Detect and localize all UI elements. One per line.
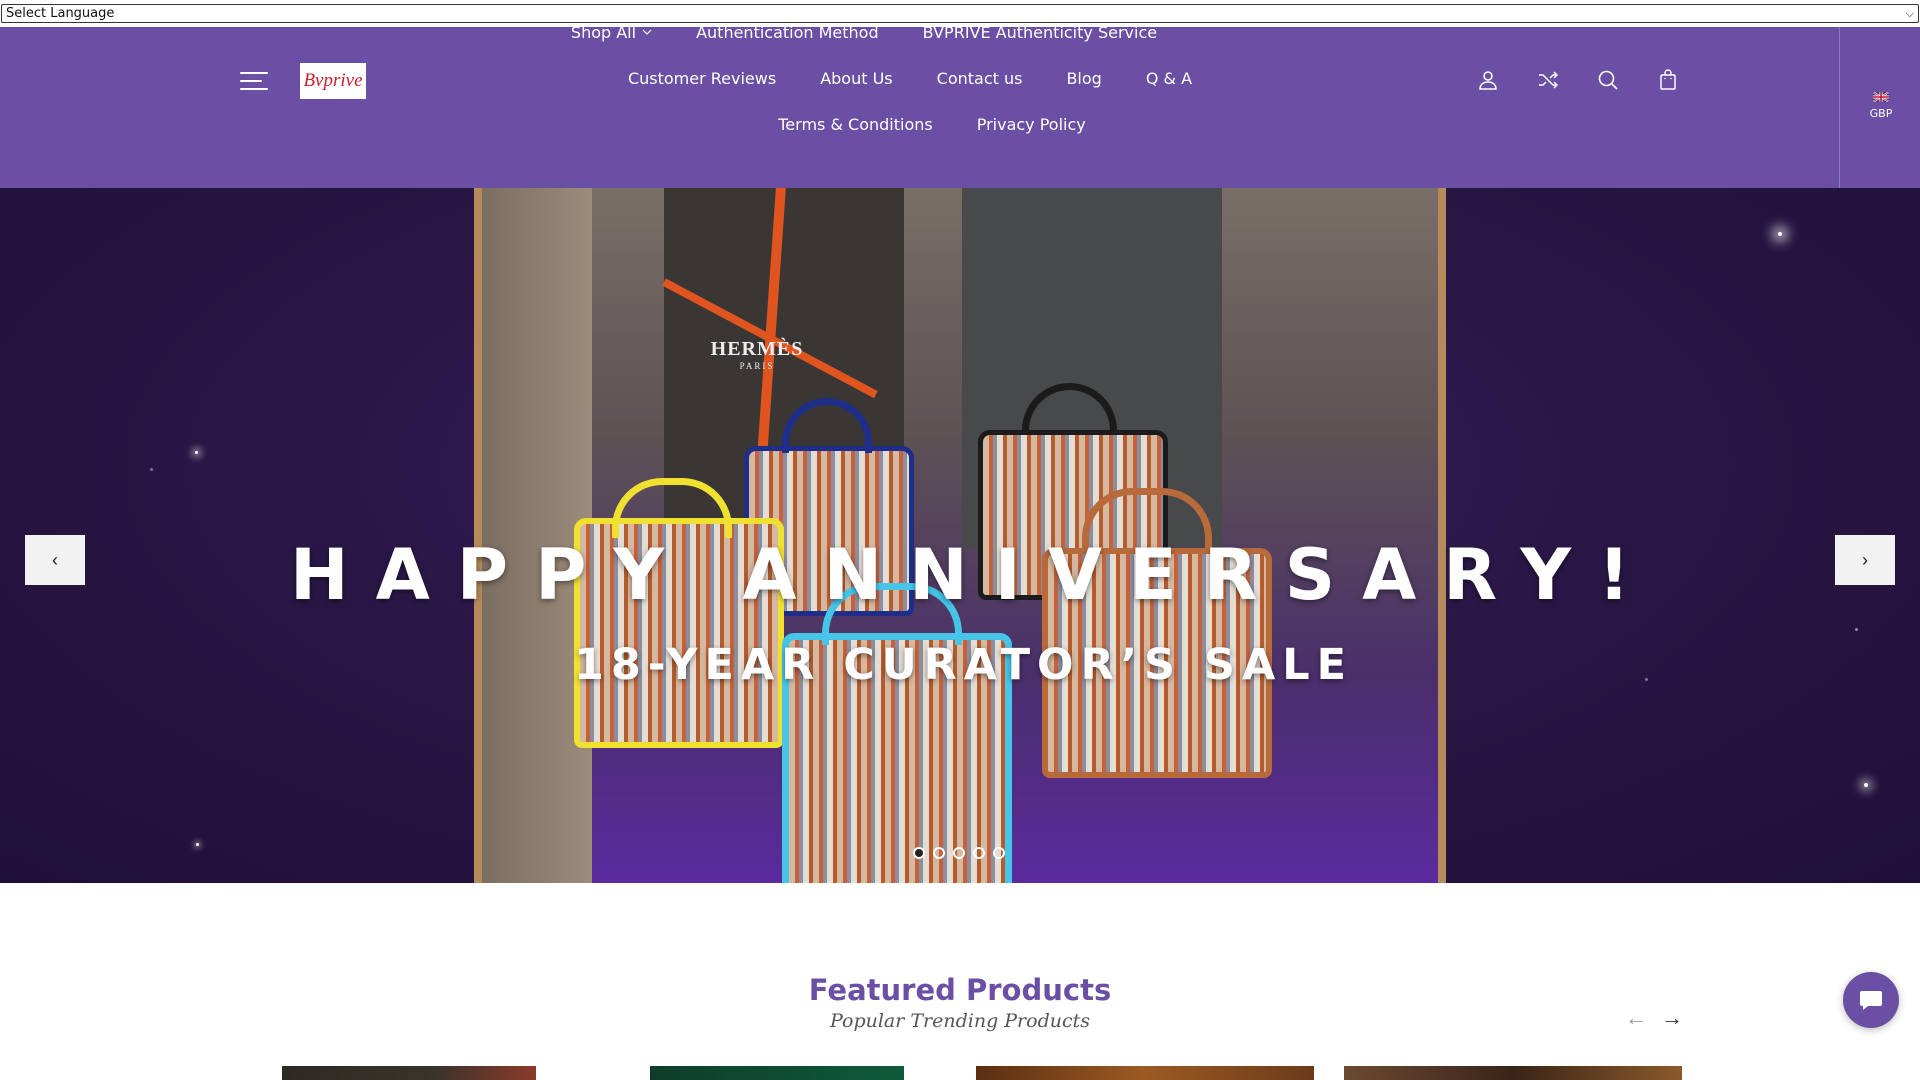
nav-terms-conditions[interactable]: Terms & Conditions [756, 115, 954, 134]
slider-dot[interactable] [933, 847, 945, 859]
product-thumbnail[interactable] [976, 1066, 1314, 1080]
nav-q-and-a[interactable]: Q & A [1124, 69, 1214, 88]
nav-about-us[interactable]: About Us [798, 69, 914, 88]
slider-dot[interactable] [953, 847, 965, 859]
chat-button[interactable] [1843, 972, 1899, 1028]
site-header [0, 27, 1920, 188]
nav-authenticity-service[interactable]: BVPRIVE Authenticity Service [901, 23, 1179, 42]
star-decoration [1855, 628, 1858, 631]
nav-privacy-policy[interactable]: Privacy Policy [955, 115, 1108, 134]
star-decoration [196, 843, 199, 846]
slider-dots [913, 847, 1005, 859]
arrow-left-icon[interactable]: ← [1625, 1005, 1647, 1031]
hero-slider: HERMÈS PARIS HAPPY ANNIVERSARY! 18-YEAR … [0, 188, 1920, 883]
currency-switcher[interactable]: GBP [1856, 92, 1906, 122]
chevron-left-icon: ‹ [52, 549, 58, 570]
shuffle-icon[interactable] [1536, 68, 1560, 92]
product-thumbnail[interactable] [1344, 1066, 1682, 1080]
hermes-brand-text: HERMÈS [710, 338, 804, 360]
featured-products-title: Featured Products [808, 973, 1112, 1007]
slider-dot[interactable] [973, 847, 985, 859]
currency-code: GBP [1869, 107, 1893, 120]
nav-shop-all[interactable]: Shop All [549, 23, 674, 42]
chevron-down-icon [642, 27, 652, 38]
language-select[interactable]: Select Language ⌵ [1, 4, 1919, 23]
chat-bubble-icon [1860, 991, 1882, 1010]
shopping-bag-icon[interactable] [1656, 68, 1680, 92]
slider-prev-button[interactable]: ‹ [25, 535, 85, 585]
logo-text: Bvprive [303, 70, 363, 91]
nav-blog[interactable]: Blog [1044, 69, 1123, 88]
nav-contact-us[interactable]: Contact us [915, 69, 1045, 88]
user-icon[interactable] [1476, 68, 1500, 92]
nav-authentication-method[interactable]: Authentication Method [674, 23, 901, 42]
hermes-box-logo: HERMÈS PARIS [692, 338, 822, 371]
site-logo[interactable]: Bvprive [300, 63, 366, 99]
chevron-right-icon: › [1862, 549, 1868, 570]
slider-next-button[interactable]: › [1835, 535, 1895, 585]
star-decoration [1778, 232, 1782, 236]
hermes-brand-subtext: PARIS [739, 361, 775, 371]
hero-subtitle: 18-YEAR CURATOR’S SALE [573, 640, 1354, 690]
chevron-down-icon: ⌵ [1905, 6, 1914, 20]
search-icon[interactable] [1596, 68, 1620, 92]
slider-dot[interactable] [993, 847, 1005, 859]
hamburger-menu-icon[interactable] [240, 68, 268, 94]
header-icons [1476, 68, 1680, 92]
product-thumbnail[interactable] [282, 1066, 536, 1080]
header-divider [1839, 27, 1840, 188]
product-thumbnail[interactable] [650, 1066, 904, 1080]
uk-flag-icon [1873, 92, 1889, 102]
language-select-value: Select Language [6, 6, 115, 21]
nav-customer-reviews[interactable]: Customer Reviews [606, 69, 798, 88]
slider-dot[interactable] [913, 847, 925, 859]
star-decoration [150, 468, 153, 471]
carousel-arrows: ← → [1625, 1005, 1683, 1031]
star-decoration [195, 451, 198, 454]
star-decoration [1864, 783, 1868, 787]
nav-shop-all-label: Shop All [570, 23, 637, 42]
arrow-right-icon[interactable]: → [1661, 1005, 1683, 1031]
hero-title: HAPPY ANNIVERSARY! [290, 534, 1657, 616]
